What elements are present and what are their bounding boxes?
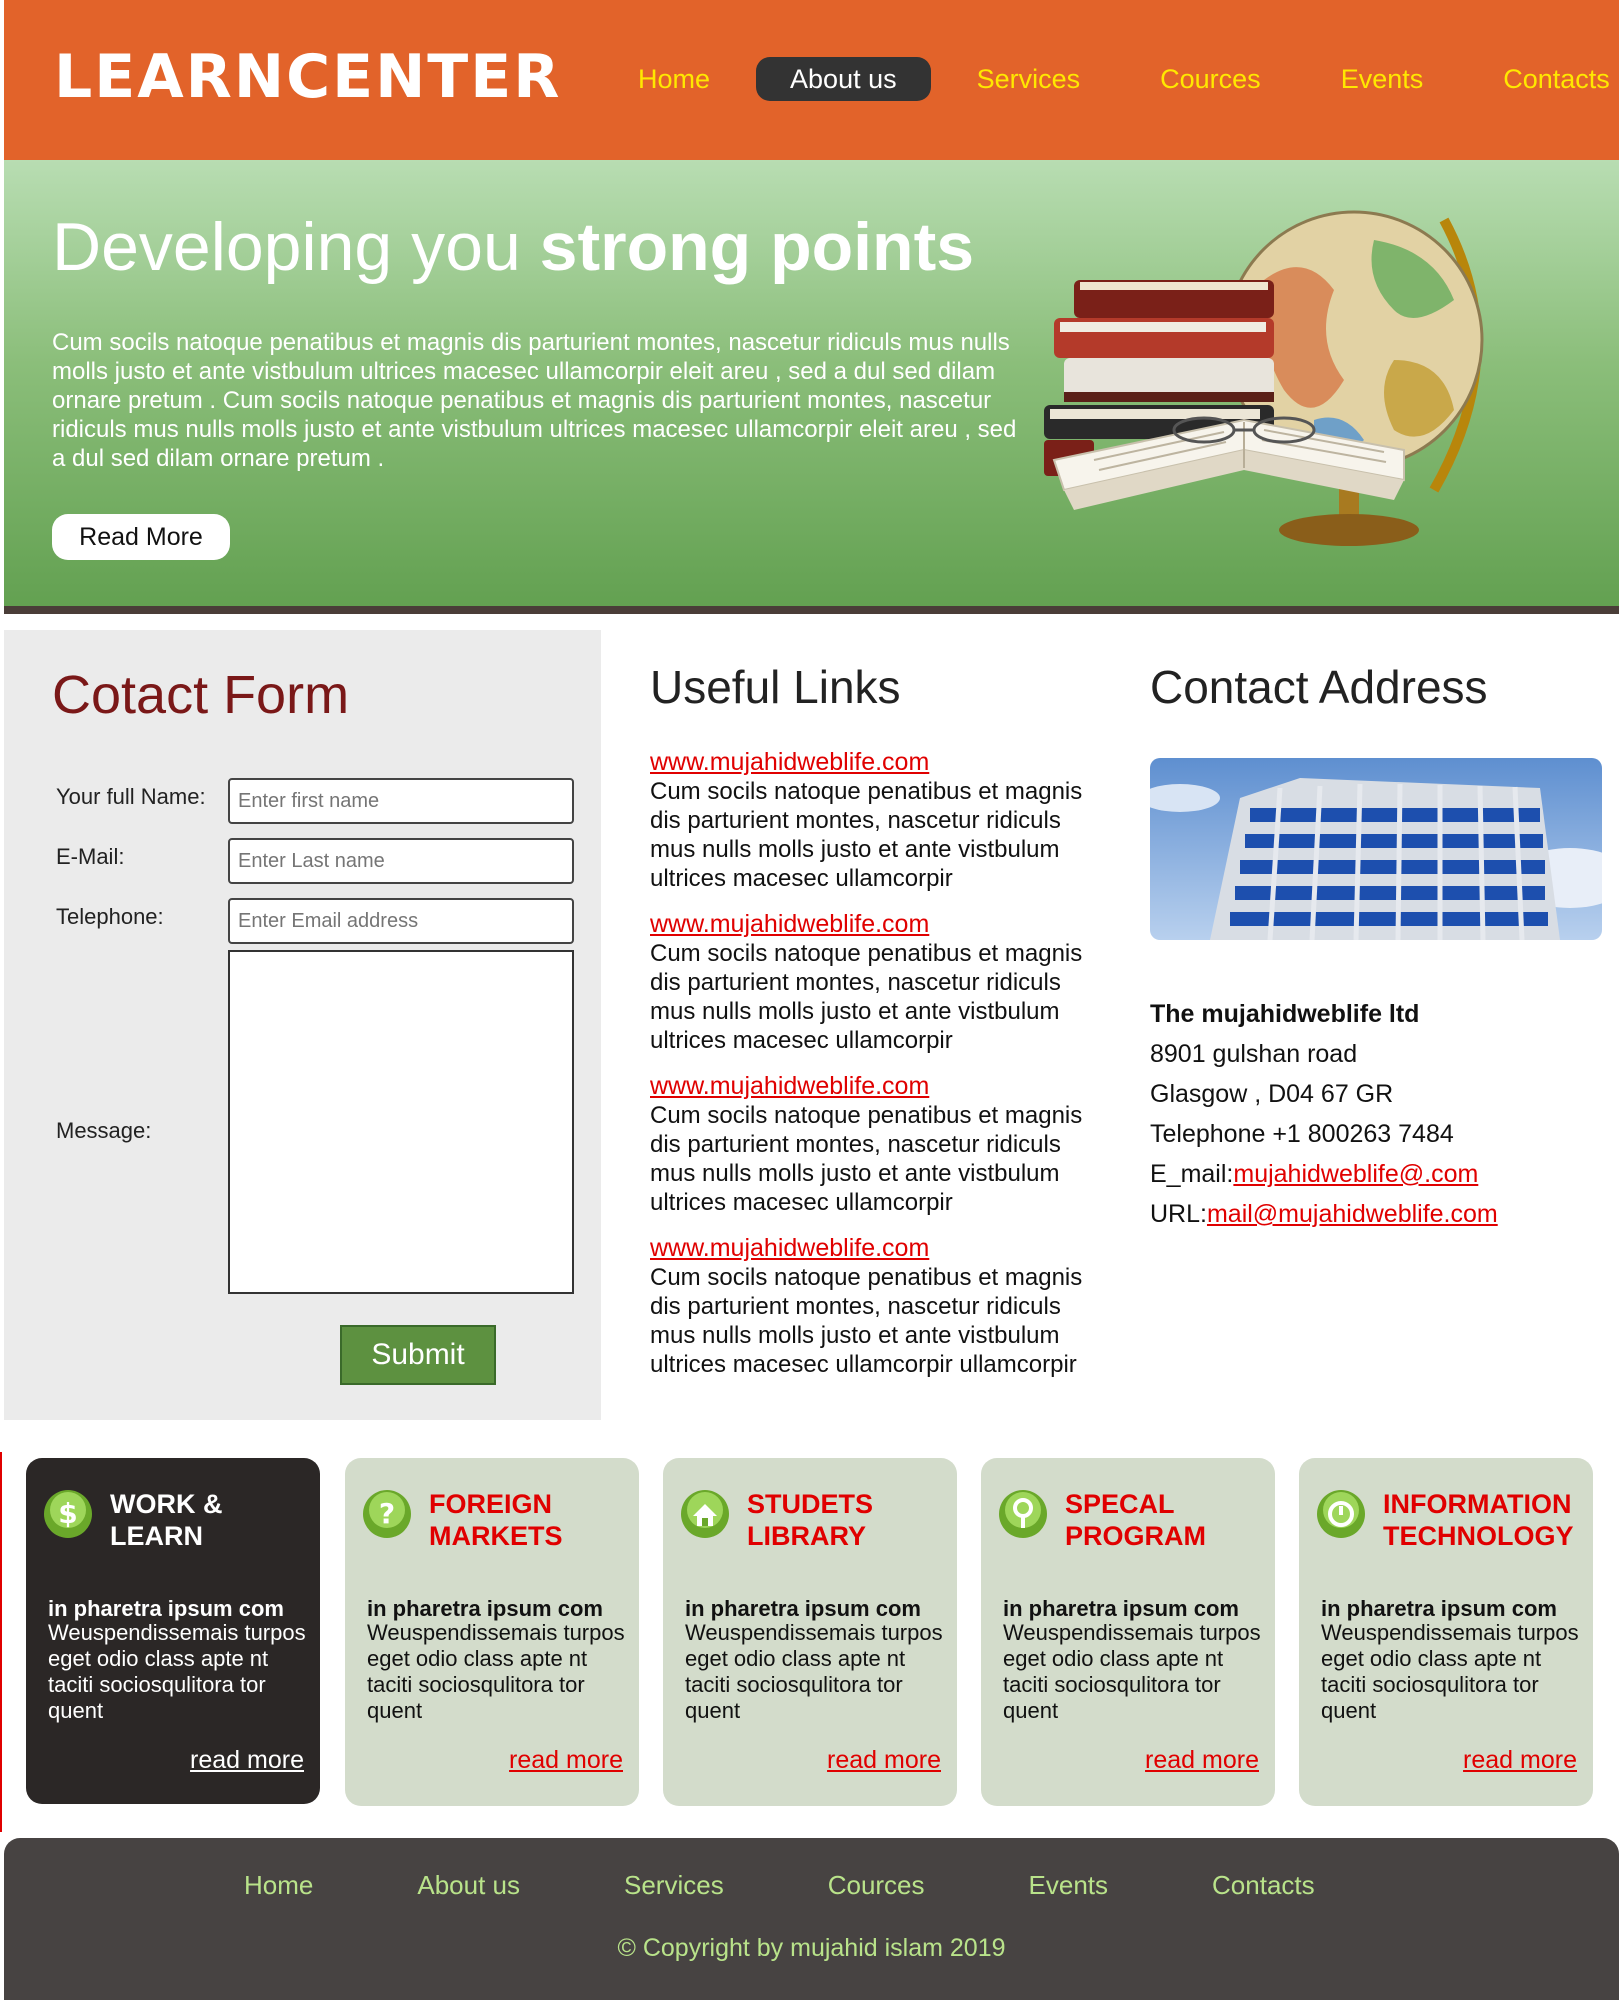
svg-text:$: $ [58,1497,77,1530]
card-lead: in pharetra ipsum com [1003,1596,1239,1621]
hero-title-regular: Developing you [52,209,540,285]
nav-events[interactable]: Events [1307,57,1458,101]
company-name: The mujahidweblife ltd [1150,1000,1420,1028]
useful-link-url[interactable]: www.mujahidweblife.com [650,748,1110,777]
copyright-text: © Copyright by mujahid islam 2019 [617,1934,1006,1962]
telephone-field[interactable] [228,898,574,944]
card-lead: in pharetra ipsum com [1321,1596,1557,1621]
nav-cources[interactable]: Cources [1126,57,1295,101]
read-more-link[interactable]: read more [827,1746,941,1775]
footer-nav-events[interactable]: Events [1029,1870,1109,1901]
hero-title-bold: strong points [539,209,975,285]
card-work-learn: $ WORK & LEARN in pharetra ipsum com Weu… [26,1458,320,1804]
svg-text:?: ? [379,1497,395,1530]
question-icon: ? [363,1490,411,1538]
card-title: FOREIGN MARKETS [429,1489,563,1551]
url-link[interactable]: mail@mujahidweblife.com [1207,1200,1498,1228]
card-body: Weuspendissemais turpos eget odio class … [1003,1620,1261,1723]
card-body: Weuspendissemais turpos eget odio class … [1321,1620,1579,1723]
address-email: E_mail:mujahidweblife@.com [1150,1160,1478,1189]
site-footer: Home About us Services Cources Events Co… [4,1838,1619,2000]
site-logo[interactable]: LEARNCENTER [54,42,561,112]
address-street: 8901 gulshan road [1150,1040,1358,1068]
useful-link-text: Cum socils natoque penatibus et magnis d… [650,1264,1083,1378]
useful-link-text: Cum socils natoque penatibus et magnis d… [650,940,1083,1054]
name-field[interactable] [228,778,574,824]
home-icon [681,1490,729,1538]
address-url: URL:mail@mujahidweblife.com [1150,1200,1498,1229]
useful-links-title: Useful Links [650,661,901,713]
dollar-icon: $ [44,1490,92,1538]
nav-contacts[interactable]: Contacts [1469,57,1619,101]
nav-home[interactable]: Home [604,57,744,101]
contact-form: Cotact Form Your full Name: E-Mail: Tele… [4,630,601,1420]
card-title: STUDETS LIBRARY [747,1489,874,1551]
useful-link-url[interactable]: www.mujahidweblife.com [650,910,1110,939]
books-globe-illustration [1044,210,1484,546]
footer-nav-contacts[interactable]: Contacts [1212,1870,1315,1901]
footer-nav-cources[interactable]: Cources [828,1870,925,1901]
email-field[interactable] [228,838,574,884]
message-textarea[interactable] [228,950,574,1294]
card-lead: in pharetra ipsum com [367,1596,603,1621]
red-edge-line [0,1452,2,1832]
useful-link-item: www.mujahidweblife.com Cum socils natoqu… [650,748,1110,893]
address-city: Glasgow , D04 67 GR [1150,1080,1394,1108]
message-label: Message: [56,1118,152,1143]
card-information-technology: INFORMATION TECHNOLOGY in pharetra ipsum… [1299,1458,1593,1806]
card-body: Weuspendissemais turpos eget odio class … [685,1620,943,1723]
email-label: E_mail: [1150,1160,1234,1188]
card-title: SPECAL PROGRAM [1065,1489,1206,1551]
footer-nav-home[interactable]: Home [244,1870,313,1901]
address-telephone: Telephone +1 800263 7484 [1150,1120,1454,1148]
footer-nav: Home About us Services Cources Events Co… [244,1870,1419,1901]
useful-link-text: Cum socils natoque penatibus et magnis d… [650,778,1083,892]
card-specal-program: SPECAL PROGRAM in pharetra ipsum com Weu… [981,1458,1275,1806]
read-more-link[interactable]: read more [190,1746,304,1775]
read-more-link[interactable]: read more [1145,1746,1259,1775]
name-label: Your full Name: [56,784,206,809]
card-studets-library: STUDETS LIBRARY in pharetra ipsum com We… [663,1458,957,1806]
form-title: Cotact Form [52,665,350,725]
info-icon [1317,1490,1365,1538]
email-link[interactable]: mujahidweblife@.com [1233,1160,1478,1188]
card-body: Weuspendissemais turpos eget odio class … [48,1620,306,1723]
card-foreign-markets: ? FOREIGN MARKETS in pharetra ipsum com … [345,1458,639,1806]
card-lead: in pharetra ipsum com [685,1596,921,1621]
nav-about-us[interactable]: About us [756,57,931,101]
read-more-link[interactable]: read more [509,1746,623,1775]
hero-divider [4,606,1619,614]
office-building-image [1150,758,1602,940]
useful-link-url[interactable]: www.mujahidweblife.com [650,1234,1110,1263]
useful-link-item: www.mujahidweblife.com Cum socils natoqu… [650,1234,1110,1379]
pin-icon [999,1490,1047,1538]
footer-nav-about-us[interactable]: About us [417,1870,520,1901]
read-more-button[interactable]: Read More [52,514,230,560]
card-body: Weuspendissemais turpos eget odio class … [367,1620,625,1723]
useful-link-item: www.mujahidweblife.com Cum socils natoqu… [650,910,1110,1055]
card-title: WORK & LEARN [110,1489,223,1551]
hero-banner: Developing you strong points Cum socils … [4,160,1619,612]
hero-title: Developing you strong points [52,208,974,286]
card-lead: in pharetra ipsum com [48,1596,284,1621]
submit-button[interactable]: Submit [340,1325,496,1385]
useful-link-text: Cum socils natoque penatibus et magnis d… [650,1102,1083,1216]
email-label: E-Mail: [56,844,125,869]
card-title: INFORMATION TECHNOLOGY [1383,1489,1574,1551]
useful-link-item: www.mujahidweblife.com Cum socils natoqu… [650,1072,1110,1217]
hero-text: Cum socils natoque penatibus et magnis d… [52,329,1017,472]
main-nav: Home About us Services Cources Events Co… [604,57,1619,101]
useful-link-url[interactable]: www.mujahidweblife.com [650,1072,1110,1101]
contact-address-title: Contact Address [1150,661,1488,713]
footer-nav-services[interactable]: Services [624,1870,724,1901]
nav-services[interactable]: Services [943,57,1115,101]
read-more-link[interactable]: read more [1463,1746,1577,1775]
telephone-label: Telephone: [56,904,164,929]
url-label: URL: [1150,1200,1207,1228]
